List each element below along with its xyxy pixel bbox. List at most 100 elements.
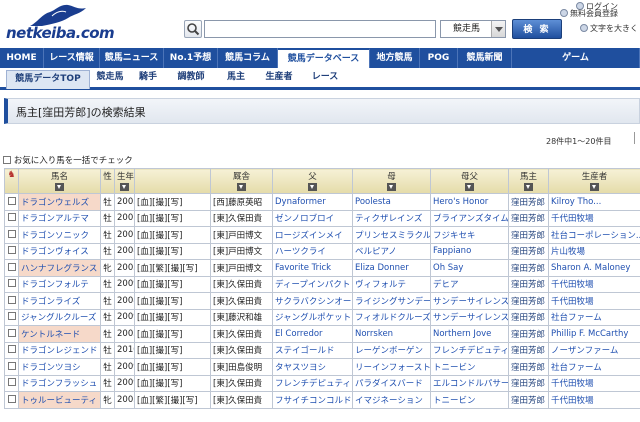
sire-cell[interactable]: ジャングルポケット xyxy=(272,308,353,326)
breeder-cell[interactable]: 千代田牧場 xyxy=(548,391,640,409)
site-logo[interactable]: netkeiba.com xyxy=(6,2,124,42)
horse-name-cell[interactable]: ジャングルクルーズ xyxy=(18,308,101,326)
row-checkbox[interactable] xyxy=(7,196,16,205)
trainer-cell[interactable]: [東]戸田博文 xyxy=(210,259,273,277)
links-cell[interactable]: [血][撮][写] xyxy=(134,358,211,376)
main-nav-item[interactable]: 地方競馬 xyxy=(370,48,420,68)
row-checkbox[interactable] xyxy=(7,229,16,238)
main-nav-item[interactable]: 競馬ニュース xyxy=(100,48,164,68)
horse-name-cell[interactable]: ドラゴンライズ xyxy=(18,292,101,310)
dam-cell[interactable]: ベルピアノ xyxy=(352,242,431,260)
sire-cell[interactable]: ゼンノロブロイ xyxy=(272,209,353,227)
sire-cell[interactable]: サクラバクシンオー xyxy=(272,292,353,310)
dam-cell[interactable]: ティクザレインズ xyxy=(352,209,431,227)
links-cell[interactable]: [血][撮][写] xyxy=(134,275,211,293)
trainer-cell[interactable]: [東]久保田貴 xyxy=(210,341,273,359)
links-cell[interactable]: [血][撮][写] xyxy=(134,374,211,392)
main-nav-item[interactable]: ゲーム xyxy=(512,48,640,68)
sire-cell[interactable]: ディープインパクト xyxy=(272,275,353,293)
sub-nav-item[interactable]: 騎手 xyxy=(130,68,166,87)
row-checkbox[interactable] xyxy=(7,328,16,337)
damsire-cell[interactable]: サンデーサイレンス xyxy=(430,308,509,326)
horse-name-cell[interactable]: ハンナフレグランス xyxy=(18,259,101,277)
sort-icon[interactable] xyxy=(387,183,396,191)
damsire-cell[interactable]: ブライアンズタイム xyxy=(430,209,509,227)
owner-cell[interactable]: 窪田芳郎 xyxy=(508,341,549,359)
breeder-cell[interactable]: 千代田牧場 xyxy=(548,374,640,392)
owner-cell[interactable]: 窪田芳郎 xyxy=(508,358,549,376)
links-cell[interactable]: [血][撮][写] xyxy=(134,308,211,326)
owner-cell[interactable]: 窪田芳郎 xyxy=(508,259,549,277)
horse-name-cell[interactable]: ドラゴンツヨシ xyxy=(18,358,101,376)
sire-cell[interactable]: Favorite Trick xyxy=(272,259,353,277)
damsire-cell[interactable]: フレンチデピュティ xyxy=(430,341,509,359)
trainer-cell[interactable]: [東]久保田貴 xyxy=(210,374,273,392)
breeder-cell[interactable]: Phillip F. McCarthy xyxy=(548,325,640,343)
dam-cell[interactable]: レーゲンボーゲン xyxy=(352,341,431,359)
breeder-cell[interactable]: 社台コーポレーション... xyxy=(548,226,640,244)
damsire-cell[interactable]: Hero's Honor xyxy=(430,193,509,211)
links-cell[interactable]: [血][撮][写] xyxy=(134,226,211,244)
row-checkbox[interactable] xyxy=(7,295,16,304)
fav-bulk-check[interactable]: お気に入り馬を一括でチェック xyxy=(3,154,133,166)
breeder-cell[interactable]: 千代田牧場 xyxy=(548,209,640,227)
horse-name-cell[interactable]: ドラゴンヴォイス xyxy=(18,242,101,260)
sort-icon[interactable] xyxy=(237,183,246,191)
row-checkbox[interactable] xyxy=(7,378,16,387)
damsire-cell[interactable]: サンデーサイレンス xyxy=(430,292,509,310)
horse-name-cell[interactable]: ドラゴンフォルテ xyxy=(18,275,101,293)
horse-name-cell[interactable]: ドラゴンフラッシュ xyxy=(18,374,101,392)
row-checkbox[interactable] xyxy=(7,312,16,321)
header-damsire[interactable]: 母父 xyxy=(430,168,509,194)
horse-name-cell[interactable]: ドラゴンソニック xyxy=(18,226,101,244)
links-cell[interactable]: [血][繁][撮][写] xyxy=(134,259,211,277)
header-owner[interactable]: 馬主 xyxy=(508,168,549,194)
trainer-cell[interactable]: [東]藤沢和雄 xyxy=(210,308,273,326)
trainer-cell[interactable]: [東]久保田貴 xyxy=(210,325,273,343)
main-nav-item[interactable]: HOME xyxy=(0,48,44,68)
main-nav-item[interactable]: レース情報 xyxy=(44,48,100,68)
header-breeder[interactable]: 生産者 xyxy=(548,168,640,194)
dam-cell[interactable]: ライジングサンデー xyxy=(352,292,431,310)
trainer-cell[interactable]: [東]田島俊明 xyxy=(210,358,273,376)
dam-cell[interactable]: プリンセスミラクル xyxy=(352,226,431,244)
horse-name-cell[interactable]: トゥルービューティ xyxy=(18,391,101,409)
trainer-cell[interactable]: [東]久保田貴 xyxy=(210,275,273,293)
links-cell[interactable]: [血][繁][撮][写] xyxy=(134,391,211,409)
search-category-select[interactable]: 競走馬 xyxy=(440,20,506,38)
header-year[interactable]: 生年 xyxy=(114,168,135,194)
dam-cell[interactable]: イマジネーション xyxy=(352,391,431,409)
links-cell[interactable]: [血][撮][写] xyxy=(134,341,211,359)
horse-name-cell[interactable]: ドラゴンアルテマ xyxy=(18,209,101,227)
links-cell[interactable]: [血][撮][写] xyxy=(134,209,211,227)
owner-cell[interactable]: 窪田芳郎 xyxy=(508,292,549,310)
breeder-cell[interactable]: 社台ファーム xyxy=(548,358,640,376)
row-checkbox[interactable] xyxy=(7,345,16,354)
horse-name-cell[interactable]: ドラゴンレジェンド xyxy=(18,341,101,359)
damsire-cell[interactable]: Oh Say xyxy=(430,259,509,277)
sire-cell[interactable]: フレンチデピュティ xyxy=(272,374,353,392)
links-cell[interactable]: [血][撮][写] xyxy=(134,193,211,211)
sort-icon[interactable] xyxy=(465,183,474,191)
main-nav-item[interactable]: 競馬コラム xyxy=(218,48,278,68)
row-checkbox[interactable] xyxy=(7,361,16,370)
trainer-cell[interactable]: [東]久保田貴 xyxy=(210,292,273,310)
owner-cell[interactable]: 窪田芳郎 xyxy=(508,374,549,392)
sire-cell[interactable]: ハーツクライ xyxy=(272,242,353,260)
trainer-cell[interactable]: [東]戸田博文 xyxy=(210,226,273,244)
damsire-cell[interactable]: Fappiano xyxy=(430,242,509,260)
horse-name-cell[interactable]: ケントルネード xyxy=(18,325,101,343)
breeder-cell[interactable]: 社台ファーム xyxy=(548,308,640,326)
row-checkbox[interactable] xyxy=(7,246,16,255)
main-nav-item[interactable]: POG xyxy=(420,48,458,68)
sub-nav-item[interactable]: 生産者 xyxy=(256,68,302,87)
row-checkbox[interactable] xyxy=(7,279,16,288)
font-size-link[interactable]: 文字を大きく xyxy=(580,23,638,34)
row-checkbox[interactable] xyxy=(7,262,16,271)
owner-cell[interactable]: 窪田芳郎 xyxy=(508,275,549,293)
sub-nav-item[interactable]: 調教師 xyxy=(166,68,216,87)
damsire-cell[interactable]: トニービン xyxy=(430,391,509,409)
sort-icon[interactable] xyxy=(55,183,64,191)
sire-cell[interactable]: El Corredor xyxy=(272,325,353,343)
damsire-cell[interactable]: Northern Jove xyxy=(430,325,509,343)
